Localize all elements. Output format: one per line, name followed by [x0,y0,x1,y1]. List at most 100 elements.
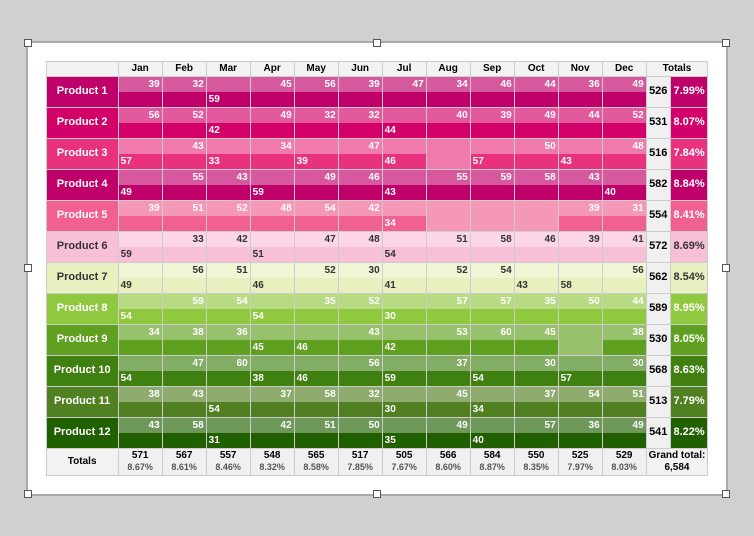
cell-product-8-may: 35 [294,293,338,324]
cell-product-8-aug: 57 [426,293,470,324]
cell-product-12-feb: 58 [162,417,206,448]
handle-bc[interactable] [373,490,381,498]
handle-mr[interactable] [722,264,730,272]
cell-product-2-apr: 49 [250,107,294,138]
cell-product-9-may: 46 [294,324,338,355]
header-apr: Apr [250,61,294,76]
cell-product-1-jun: 39 [338,76,382,107]
cell-product-7-feb: 56 [162,262,206,293]
cell-product-11-jan: 38 [118,386,162,417]
handle-tl[interactable] [24,39,32,47]
row-label-product-11: Product 11 [46,386,118,417]
cell-product-3-feb: 43 [162,138,206,169]
cell-product-12-oct: 57 [514,417,558,448]
totals-jan: 5718.67% [118,448,162,475]
cell-product-10-nov: 57 [558,355,602,386]
row-label-product-4: Product 4 [46,169,118,200]
cell-product-6-jul: 54 [382,231,426,262]
cell-product-8-oct: 35 [514,293,558,324]
cell-product-9-jan: 34 [118,324,162,355]
header-jan: Jan [118,61,162,76]
cell-product-2-jul: 44 [382,107,426,138]
cell-product-7-jul: 41 [382,262,426,293]
cell-product-11-nov: 54 [558,386,602,417]
total-product-10: 568 [646,355,670,386]
header-mar: Mar [206,61,250,76]
cell-product-9-apr: 45 [250,324,294,355]
table-row: Product 357433334394746575043485167.84% [46,138,708,169]
pct-product-9: 8.05% [670,324,708,355]
header-sep: Sep [470,61,514,76]
cell-product-3-mar: 33 [206,138,250,169]
row-label-product-5: Product 5 [46,200,118,231]
table-row: Product 113843543758323045343754515137.7… [46,386,708,417]
cell-product-7-may: 52 [294,262,338,293]
table-row: Product 74956514652304152544358565628.54… [46,262,708,293]
cell-product-10-aug: 37 [426,355,470,386]
handle-bl[interactable] [24,490,32,498]
table-row: Product 13932594556394734464436495267.99… [46,76,708,107]
cell-product-12-may: 51 [294,417,338,448]
handle-tr[interactable] [722,39,730,47]
cell-product-6-apr: 51 [250,231,294,262]
cell-product-10-apr: 38 [250,355,294,386]
cell-product-12-apr: 42 [250,417,294,448]
cell-product-5-nov: 39 [558,200,602,231]
cell-product-7-nov: 58 [558,262,602,293]
cell-product-5-dec: 31 [602,200,646,231]
total-product-8: 589 [646,293,670,324]
header-nov: Nov [558,61,602,76]
cell-product-5-sep [470,200,514,231]
cell-product-9-jul: 42 [382,324,426,355]
cell-product-9-jun: 43 [338,324,382,355]
cell-product-7-oct: 43 [514,262,558,293]
totals-oct: 5508.35% [514,448,558,475]
cell-product-8-apr: 54 [250,293,294,324]
handle-br[interactable] [722,490,730,498]
total-product-5: 554 [646,200,670,231]
cell-product-8-jan: 54 [118,293,162,324]
row-label-product-7: Product 7 [46,262,118,293]
total-product-6: 572 [646,231,670,262]
pct-product-1: 7.99% [670,76,708,107]
cell-product-3-jul: 46 [382,138,426,169]
total-product-7: 562 [646,262,670,293]
cell-product-3-sep: 57 [470,138,514,169]
cell-product-2-aug: 40 [426,107,470,138]
header-oct: Oct [514,61,558,76]
cell-product-11-jul: 30 [382,386,426,417]
cell-product-4-jul: 43 [382,169,426,200]
cell-product-10-oct: 30 [514,355,558,386]
cell-product-6-oct: 46 [514,231,558,262]
cell-product-11-mar: 54 [206,386,250,417]
cell-product-8-nov: 50 [558,293,602,324]
cell-product-10-jun: 56 [338,355,382,386]
cell-product-6-dec: 41 [602,231,646,262]
totals-sep: 5848.87% [470,448,514,475]
cell-product-4-sep: 59 [470,169,514,200]
cell-product-1-aug: 34 [426,76,470,107]
cell-product-4-feb: 55 [162,169,206,200]
cell-product-7-apr: 46 [250,262,294,293]
cell-product-2-nov: 44 [558,107,602,138]
cell-product-5-jan: 39 [118,200,162,231]
grand-total-cell: Grand total:6,584 [646,448,708,475]
cell-product-11-jun: 32 [338,386,382,417]
cell-product-5-oct [514,200,558,231]
row-label-product-12: Product 12 [46,417,118,448]
cell-product-10-may: 46 [294,355,338,386]
grand-total-label: Grand total: [649,450,706,461]
handle-ml[interactable] [24,264,32,272]
cell-product-2-dec: 52 [602,107,646,138]
cell-product-9-sep: 60 [470,324,514,355]
pct-product-2: 8.07% [670,107,708,138]
cell-product-10-jan: 54 [118,355,162,386]
cell-product-2-feb: 52 [162,107,206,138]
totals-nov: 5257.97% [558,448,602,475]
cell-product-12-aug: 49 [426,417,470,448]
cell-product-5-apr: 48 [250,200,294,231]
handle-tc[interactable] [373,39,381,47]
cell-product-3-nov: 43 [558,138,602,169]
totals-row-label: Totals [46,448,118,475]
cell-product-4-jan: 49 [118,169,162,200]
